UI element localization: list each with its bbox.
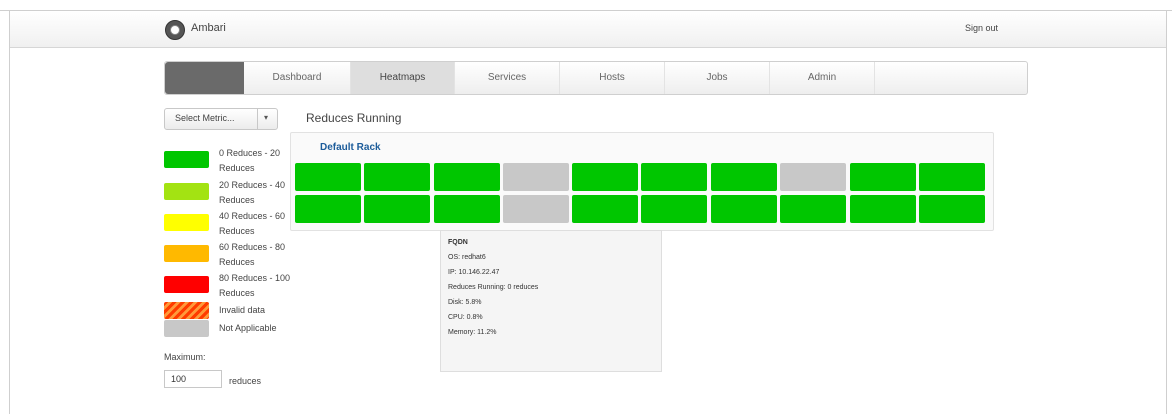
host-cell[interactable]: [295, 163, 361, 191]
tooltip-line: Reduces Running: 0 reduces: [448, 284, 539, 291]
legend-swatch: [164, 302, 209, 319]
tooltip-line: OS: redhat6: [448, 254, 486, 261]
host-cell[interactable]: [641, 163, 707, 191]
metric-select-label: Select Metric...: [175, 113, 235, 123]
host-cell[interactable]: [850, 195, 916, 223]
host-cell[interactable]: [919, 195, 985, 223]
maximum-label: Maximum:: [164, 352, 206, 362]
main-nav: Dashboard Heatmaps Services Hosts Jobs A…: [164, 61, 1028, 95]
legend-label: 60 Reduces - 80 Reduces: [219, 242, 286, 267]
host-cell[interactable]: [572, 163, 638, 191]
host-cell[interactable]: [364, 195, 430, 223]
host-cell[interactable]: [434, 163, 500, 191]
legend-swatch: [164, 183, 209, 200]
host-cell[interactable]: [503, 195, 569, 223]
tab-heatmaps[interactable]: Heatmaps: [351, 62, 455, 94]
host-cell[interactable]: [919, 163, 985, 191]
chevron-down-icon: ▾: [264, 113, 269, 122]
ambari-logo-icon: [165, 20, 185, 40]
page-frame-left: [9, 10, 10, 414]
legend-label: 40 Reduces - 60 Reduces: [219, 211, 286, 236]
host-cell[interactable]: [780, 163, 846, 191]
maximum-input[interactable]: [164, 370, 222, 388]
legend-label: Not Applicable: [219, 323, 277, 333]
legend-label: 20 Reduces - 40 Reduces: [219, 180, 286, 205]
metric-select-dropdown[interactable]: Select Metric... ▾: [164, 108, 278, 130]
legend-swatch: [164, 320, 209, 337]
nav-brand-block: [165, 62, 244, 94]
host-cell[interactable]: [295, 195, 361, 223]
metric-select-divider: [257, 109, 258, 129]
host-cell[interactable]: [641, 195, 707, 223]
page-frame-right: [1166, 10, 1167, 414]
legend-label: Invalid data: [219, 305, 266, 315]
legend-swatch: [164, 151, 209, 168]
tooltip-line: Memory: 11.2%: [448, 329, 497, 336]
tooltip-line: CPU: 0.8%: [448, 314, 483, 321]
legend-label: 0 Reduces - 20 Reduces: [219, 148, 281, 173]
tab-hosts[interactable]: Hosts: [560, 62, 665, 94]
rack-name: Default Rack: [320, 142, 381, 153]
tooltip-line: Disk: 5.8%: [448, 299, 482, 306]
tab-services[interactable]: Services: [455, 62, 560, 94]
top-bar: Ambari Sign out: [10, 11, 1166, 48]
legend-swatch: [164, 245, 209, 262]
tab-jobs[interactable]: Jobs: [665, 62, 770, 94]
host-cell[interactable]: [850, 163, 916, 191]
host-cell[interactable]: [711, 195, 777, 223]
heatmap-title: Reduces Running: [306, 111, 402, 125]
tooltip-line: IP: 10.146.22.47: [448, 269, 500, 276]
tab-dashboard[interactable]: Dashboard: [244, 62, 351, 94]
legend-label: 80 Reduces - 100 Reduces: [219, 273, 291, 298]
host-cell[interactable]: [572, 195, 638, 223]
sign-out-link[interactable]: Sign out: [965, 23, 998, 33]
host-cell[interactable]: [780, 195, 846, 223]
host-cell[interactable]: [434, 195, 500, 223]
maximum-unit-label: reduces: [229, 376, 262, 386]
legend-swatch: [164, 214, 209, 231]
tab-admin[interactable]: Admin: [770, 62, 875, 94]
host-cell[interactable]: [711, 163, 777, 191]
host-cell[interactable]: [503, 163, 569, 191]
app-name: Ambari: [191, 22, 226, 34]
tooltip-line: FQDN: [448, 239, 468, 246]
host-cell[interactable]: [364, 163, 430, 191]
legend-swatch: [164, 276, 209, 293]
host-tooltip: FQDN OS: redhat6 IP: 10.146.22.47 Reduce…: [440, 230, 662, 372]
